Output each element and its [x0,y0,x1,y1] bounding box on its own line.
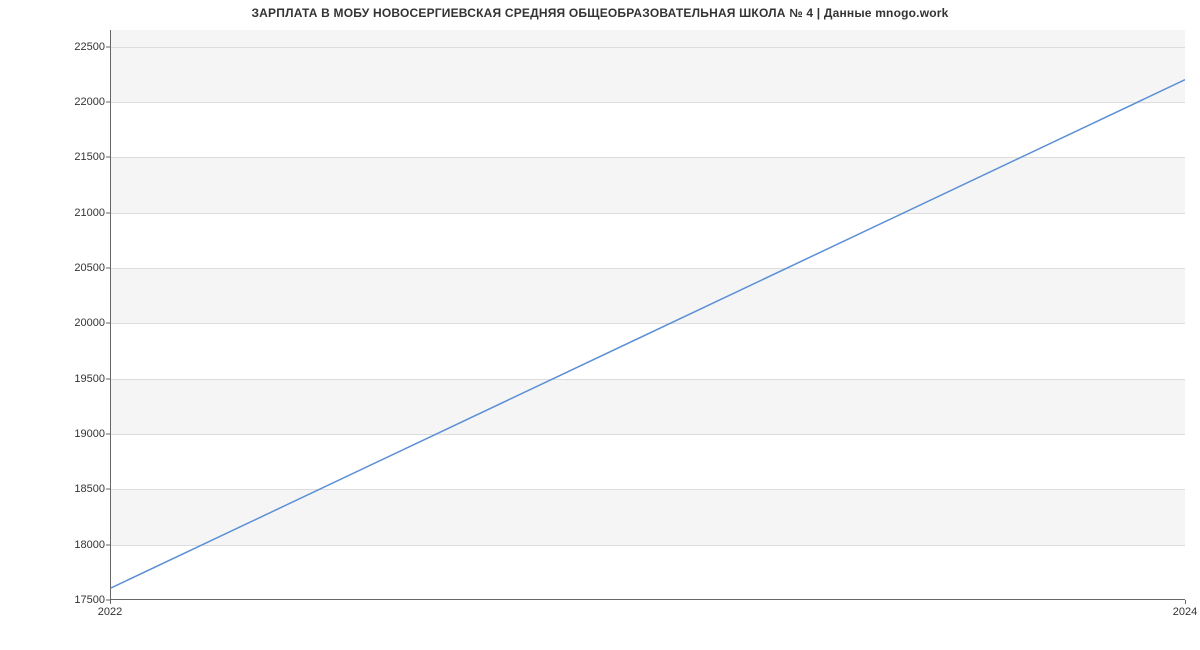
y-tick-label: 17500 [15,594,105,606]
y-tick-label: 18500 [15,483,105,495]
chart-container: ЗАРПЛАТА В МОБУ НОВОСЕРГИЕВСКАЯ СРЕДНЯЯ … [0,0,1200,650]
x-tick-label: 2024 [1173,606,1197,618]
y-tick-label: 21500 [15,151,105,163]
y-tick-label: 22500 [15,41,105,53]
y-tick-label: 19500 [15,373,105,385]
chart-title: ЗАРПЛАТА В МОБУ НОВОСЕРГИЕВСКАЯ СРЕДНЯЯ … [0,6,1200,20]
y-tick-label: 18000 [15,539,105,551]
y-tick-label: 20500 [15,262,105,274]
plot-area [110,30,1185,600]
x-tick-label: 2022 [98,606,122,618]
y-tick-label: 20000 [15,317,105,329]
y-tick-label: 21000 [15,207,105,219]
y-tick-label: 19000 [15,428,105,440]
line-series [111,30,1185,599]
y-tick-label: 22000 [15,96,105,108]
